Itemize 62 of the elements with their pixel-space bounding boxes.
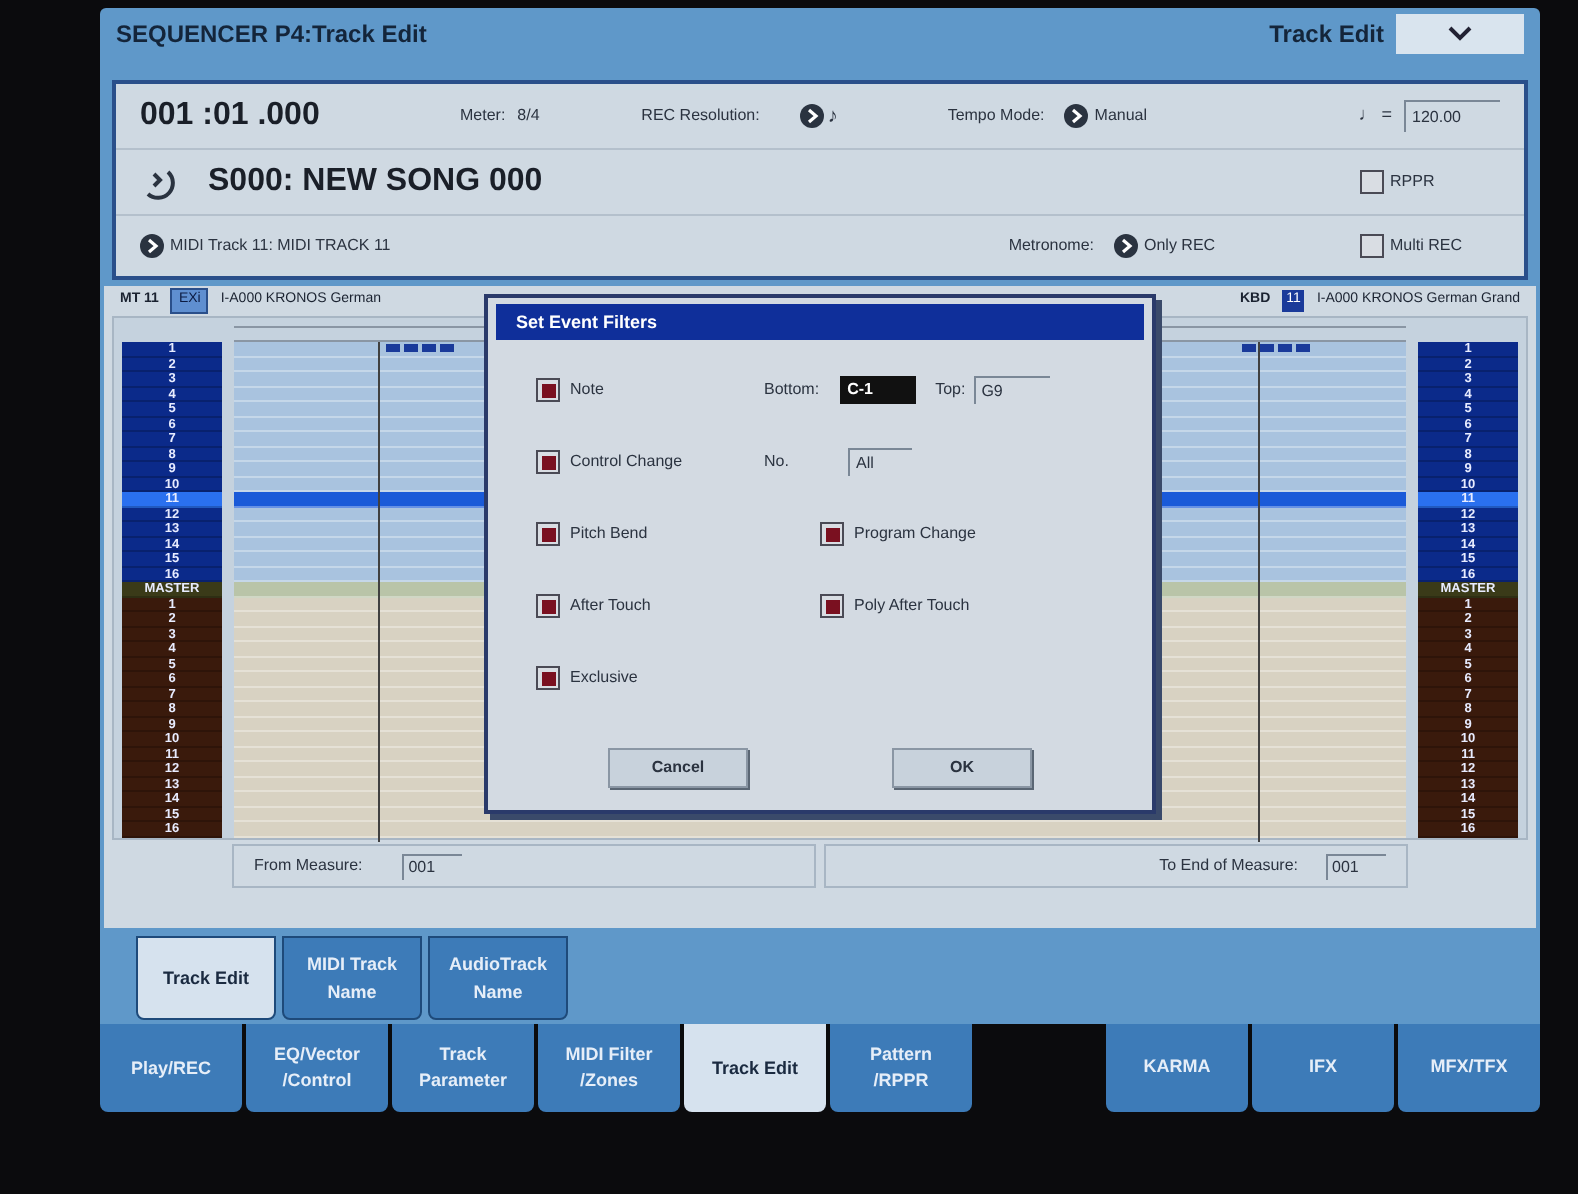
rec-resolution-label: REC Resolution: <box>641 104 760 128</box>
page-tab[interactable]: KARMA <box>1106 1024 1248 1112</box>
number-field[interactable]: All <box>848 448 912 476</box>
page-menu-label: Track Edit <box>1269 18 1384 52</box>
rec-resolution-value[interactable]: ♪ <box>827 101 948 131</box>
track-lane[interactable] <box>234 822 1406 837</box>
from-measure-label: From Measure: <box>254 854 363 878</box>
page-tab[interactable]: Play/REC <box>100 1024 242 1112</box>
note-label: Note <box>570 378 606 402</box>
page-tab[interactable]: MFX/TFX <box>1398 1024 1540 1112</box>
page-tab[interactable]: Track Parameter <box>392 1024 534 1112</box>
note-checkbox[interactable] <box>536 378 560 402</box>
top-label: Top: <box>935 378 966 402</box>
page-tab[interactable]: Pattern /RPPR <box>830 1024 972 1112</box>
filter-label: Poly After Touch <box>854 594 970 618</box>
tempo-mode-label: Tempo Mode: <box>947 104 1045 128</box>
control-change-checkbox[interactable] <box>536 450 560 474</box>
filter-checkbox[interactable] <box>820 594 844 618</box>
song-name[interactable]: S000: NEW SONG 000 <box>208 158 543 206</box>
tempo-field[interactable]: 120.00 <box>1404 100 1500 132</box>
note-events-drawing <box>386 344 454 352</box>
control-change-label: Control Change <box>570 450 685 474</box>
to-measure-label: To End of Measure: <box>1159 854 1298 878</box>
note-events-drawing <box>1242 344 1310 352</box>
page-tab[interactable]: Track Edit <box>684 1024 826 1112</box>
filter-label: Program Change <box>854 522 976 546</box>
tempo-mode-value[interactable]: Manual <box>1094 104 1148 128</box>
filter-checkbox[interactable] <box>536 522 560 546</box>
bottom-label: Bottom: <box>764 378 820 402</box>
number-label: No. <box>764 450 791 474</box>
sub-tab[interactable]: AudioTrack Name <box>428 936 568 1020</box>
location-readout: 001 :01 .000 <box>140 96 322 136</box>
multi-rec-checkbox[interactable] <box>1360 234 1384 258</box>
tempo-label: ♩ = <box>1358 102 1392 129</box>
multi-rec-label: Multi REC <box>1390 234 1463 258</box>
page-tab[interactable]: IFX <box>1252 1024 1394 1112</box>
chevron-down-icon <box>1448 26 1472 42</box>
meter-label: Meter: <box>460 104 506 128</box>
meter-value[interactable]: 8/4 <box>517 104 642 128</box>
filter-checkbox[interactable] <box>536 666 560 690</box>
filter-checkbox[interactable] <box>536 594 560 618</box>
dialog-button[interactable]: Cancel <box>608 748 748 788</box>
sub-tab[interactable]: MIDI Track Name <box>282 936 422 1020</box>
bottom-field[interactable]: C-1 <box>839 376 916 404</box>
from-measure-field[interactable]: 001 <box>402 853 463 879</box>
filter-checkbox[interactable] <box>820 522 844 546</box>
metronome-label: Metronome: <box>1008 234 1094 258</box>
page-tab[interactable]: MIDI Filter /Zones <box>538 1024 680 1112</box>
window-title: SEQUENCER P4:Track Edit <box>116 18 427 52</box>
top-field[interactable]: G9 <box>973 376 1050 404</box>
page-tab[interactable]: EQ/Vector /Control <box>246 1024 388 1112</box>
filter-label: Pitch Bend <box>570 522 648 546</box>
filter-label: Exclusive <box>570 666 638 690</box>
metronome-value[interactable]: Only REC <box>1144 234 1360 258</box>
dialog-title: Set Event Filters <box>496 304 1144 340</box>
track-select[interactable]: MIDI Track 11: MIDI TRACK 11 <box>170 234 391 258</box>
to-measure-field[interactable]: 001 <box>1326 853 1386 879</box>
sub-tab[interactable]: Track Edit <box>136 936 276 1020</box>
filter-label: After Touch <box>570 594 651 618</box>
rppr-checkbox[interactable] <box>1360 170 1384 194</box>
rppr-label: RPPR <box>1390 170 1435 194</box>
dialog-button[interactable]: OK <box>892 748 1032 788</box>
